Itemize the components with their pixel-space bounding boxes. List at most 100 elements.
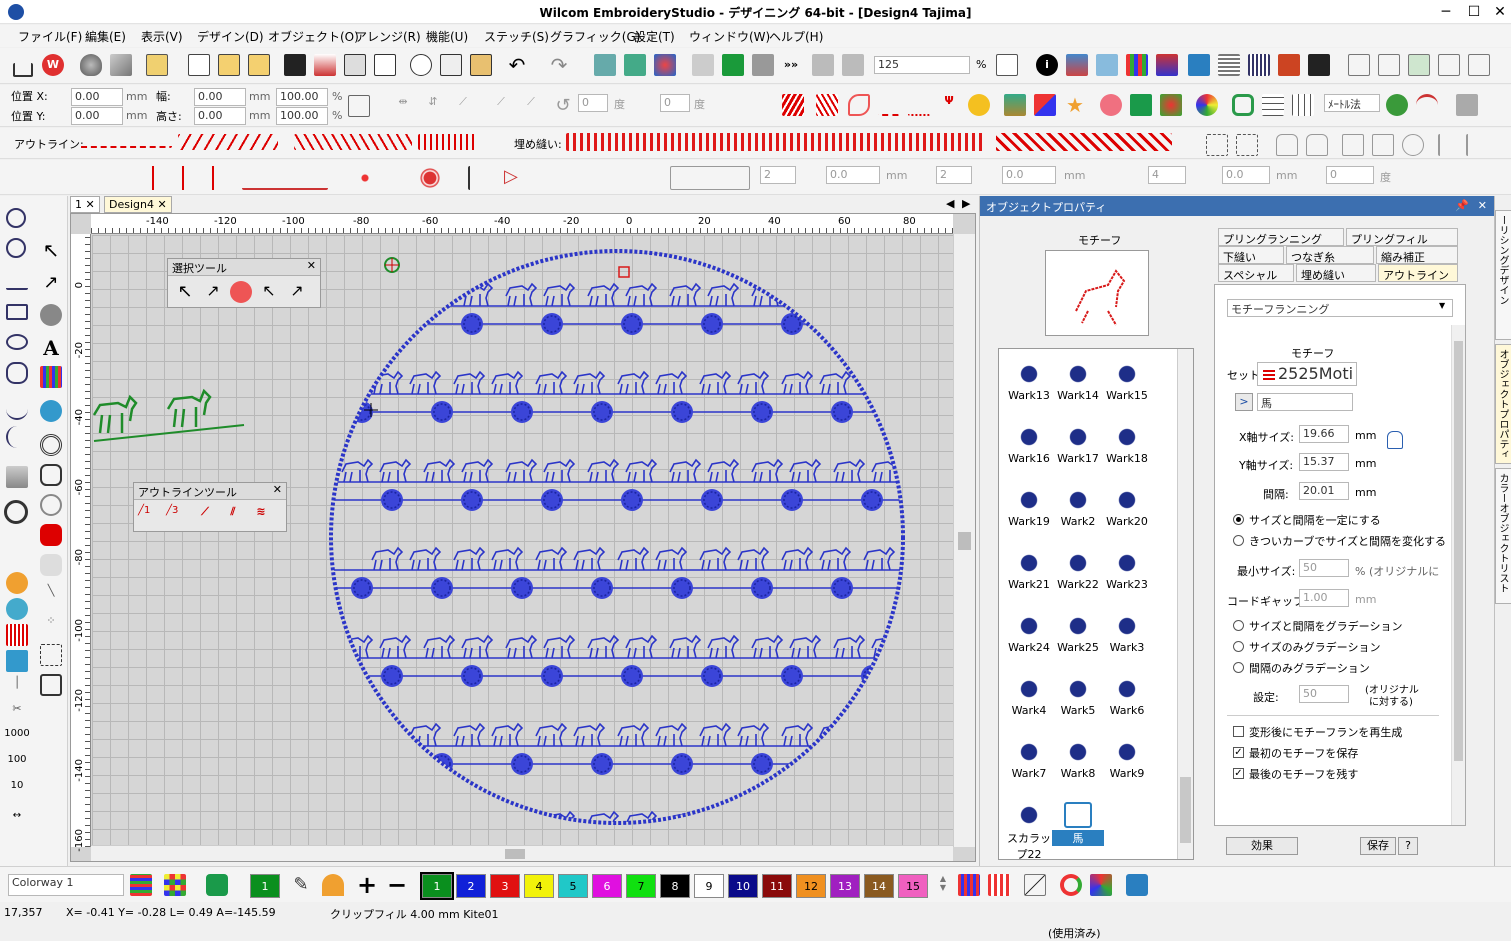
menu-file[interactable]: ファイル(F)	[18, 28, 82, 45]
mirror-v-icon[interactable]: ⇵	[422, 95, 444, 117]
unlock-icon[interactable]	[1306, 134, 1328, 156]
thread-chart-icon[interactable]	[1156, 54, 1178, 76]
tab-fill[interactable]: 埋め縫い	[1296, 264, 1376, 282]
align-icon[interactable]	[1348, 54, 1370, 76]
menu-window[interactable]: ウィンドウ(W)	[689, 28, 770, 45]
outline-triple-tool-icon[interactable]: ╱3	[166, 505, 188, 527]
bitmap-icon[interactable]	[1308, 54, 1330, 76]
grab-icon[interactable]	[812, 54, 834, 76]
book-icon[interactable]	[1372, 134, 1394, 156]
motif-item[interactable]: Wark14	[1052, 361, 1104, 402]
close-icon[interactable]: ✕	[273, 483, 282, 496]
canvas-grid[interactable]: 選択ツール ✕ ↖ ↗ ↖ ↗ アウトラインツール ✕ ╱1 ╱3 ⟋ ⫽ ≋	[92, 235, 953, 847]
min-size-field[interactable]: 50	[1299, 559, 1349, 577]
motif-item[interactable]: Wark21	[1003, 550, 1055, 591]
lasso-select-tool-icon[interactable]: ↗	[286, 281, 308, 303]
spool-icon[interactable]	[6, 650, 28, 672]
horizontal-scroll-thumb[interactable]	[505, 849, 525, 859]
motif-item[interactable]: Wark8	[1052, 739, 1104, 780]
open-recent-icon[interactable]	[248, 54, 270, 76]
help-button[interactable]: ?	[1398, 837, 1418, 855]
redraw-icon[interactable]	[752, 54, 774, 76]
color-swatch-10[interactable]: 10	[728, 874, 758, 898]
color-swatch-15[interactable]: 15	[898, 874, 928, 898]
stitch-count-100-icon[interactable]: 100	[3, 754, 31, 776]
proportional-lock-icon[interactable]	[348, 95, 370, 117]
close-icon[interactable]: ✕	[86, 198, 95, 211]
radio-grad-spacing[interactable]	[1233, 662, 1244, 673]
reshape-arrow-icon[interactable]: ↗	[40, 272, 62, 294]
motif-item[interactable]: Wark25	[1052, 613, 1104, 654]
doc-tab-design4[interactable]: Design4 ✕	[104, 196, 172, 213]
properties-scrollbar[interactable]	[1451, 325, 1465, 825]
color-swatch-12[interactable]: 12	[796, 874, 826, 898]
outline-zigzag-tool-icon[interactable]: ≋	[250, 505, 272, 527]
pin-icon[interactable]: 📌	[1455, 199, 1469, 212]
ellipse-tool-icon[interactable]	[6, 334, 28, 350]
color-swatch-9[interactable]: 9	[694, 874, 724, 898]
outline-single-tool-icon[interactable]: ╱1	[138, 505, 160, 527]
side-tab-lettering[interactable]: ーリシングデザイン	[1495, 210, 1511, 340]
backstitch-icon[interactable]: Ψ	[938, 94, 960, 116]
scissors-icon[interactable]: ✂	[6, 702, 28, 724]
table-icon[interactable]	[1262, 94, 1284, 116]
rotate-icon[interactable]: ↺	[552, 95, 574, 117]
outline-satin-icons[interactable]	[178, 134, 278, 150]
doc-tab-1[interactable]: 1 ✕	[70, 196, 100, 213]
motif-item[interactable]: Wark9	[1101, 739, 1153, 780]
color-ring-icon[interactable]	[1060, 874, 1082, 896]
mirror-arrange-icons[interactable]	[576, 166, 664, 190]
thread-list-icon[interactable]	[130, 874, 152, 896]
units-select[interactable]: ﾒｰﾄﾙ法	[1324, 94, 1380, 112]
run-icon[interactable]	[878, 94, 900, 116]
team-names-icon[interactable]	[40, 366, 62, 388]
radio-grad-both[interactable]	[1233, 620, 1244, 631]
array-icons[interactable]	[670, 166, 750, 190]
swatch-scroll-icon[interactable]: ▲ ▼	[932, 874, 954, 896]
paint-bucket-icon[interactable]	[322, 874, 344, 896]
trims-icon[interactable]	[988, 874, 1010, 896]
shirt-color-icon[interactable]	[206, 874, 228, 896]
transform2-icon[interactable]	[740, 95, 762, 117]
select-arrow-icon[interactable]: ↖	[40, 238, 62, 262]
arrow-icons[interactable]: ▷	[504, 166, 560, 190]
motif-item[interactable]: Wark18	[1101, 424, 1153, 465]
effect-button[interactable]: 効果	[1226, 837, 1298, 855]
save-button[interactable]: 保存	[1360, 837, 1396, 855]
cut-icon[interactable]	[410, 54, 432, 76]
slant-icon[interactable]	[634, 95, 656, 117]
eyedropper-icon[interactable]: ✎	[290, 874, 312, 896]
design-canvas[interactable]: -140 -120 -100 -80 -60 -40 -20 0 20 40 6…	[70, 213, 976, 862]
motif-item[interactable]: スカラップ22	[1003, 802, 1055, 862]
color-wheel-icon[interactable]	[1196, 94, 1218, 116]
add-color-icon[interactable]: +	[356, 873, 378, 897]
tab-scroll-left-icon[interactable]: ◀	[946, 197, 954, 210]
menu-function[interactable]: 機能(U)	[426, 28, 468, 45]
tab-special[interactable]: スペシャル	[1218, 264, 1294, 282]
close-button[interactable]: ✕	[1488, 2, 1511, 22]
close-icon[interactable]: ✕	[157, 198, 166, 211]
pos-x-field[interactable]: 0.00	[71, 88, 123, 106]
spacing-field[interactable]: 20.01	[1299, 482, 1349, 500]
shape-tool-icon[interactable]	[6, 362, 28, 384]
motif-item[interactable]: Wark16	[1003, 424, 1055, 465]
select-object-tool-icon[interactable]: ↖	[174, 281, 196, 303]
motif-list[interactable]: Wark13 Wark14 Wark15 Wark16 Wark17 Wark18 Wark…	[998, 348, 1194, 862]
arc-icon[interactable]	[1416, 94, 1438, 116]
motif-list-scroll-thumb[interactable]	[1180, 777, 1191, 843]
snap-icon[interactable]	[1468, 54, 1490, 76]
x-size-field[interactable]: 19.66	[1299, 425, 1349, 443]
layout-icon[interactable]	[1408, 54, 1430, 76]
regenerate-checkbox[interactable]	[1233, 726, 1244, 737]
tab-underlay[interactable]: 下縫い	[1218, 246, 1284, 264]
monogram-icon[interactable]	[1100, 94, 1122, 116]
menu-arrange[interactable]: アレンジ(R)	[355, 28, 421, 45]
magic-select-tool-icon[interactable]: ↖	[258, 281, 280, 303]
library-icon[interactable]	[146, 54, 168, 76]
zigzag-icon[interactable]	[6, 624, 28, 646]
tab-outline[interactable]: アウトライン	[1378, 264, 1458, 282]
new-icon[interactable]	[188, 54, 210, 76]
shape-icons[interactable]	[242, 166, 328, 190]
color-palette-icon[interactable]	[1126, 54, 1148, 76]
select-object-icon[interactable]	[1206, 134, 1228, 156]
